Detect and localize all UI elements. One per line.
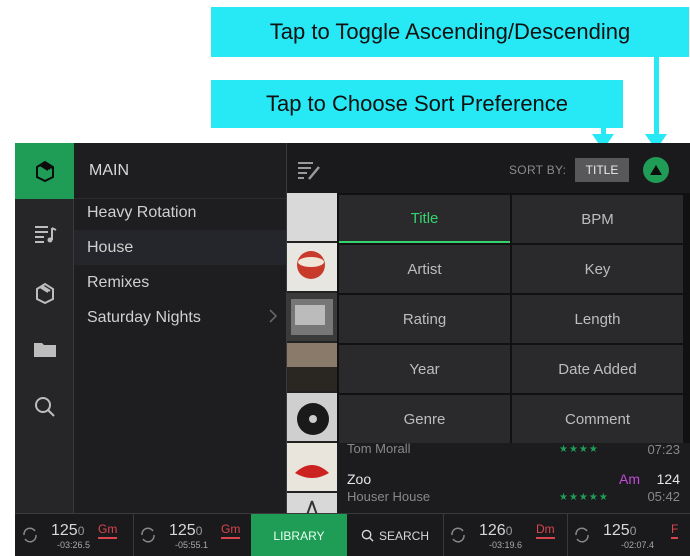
sort-option-rating[interactable]: Rating bbox=[339, 295, 510, 343]
deck-key: Gm bbox=[98, 522, 118, 539]
deck-time: -05:55.1 bbox=[175, 540, 209, 550]
playlist-column: MAIN Heavy Rotation House Remixes Saturd… bbox=[74, 143, 287, 513]
playlist-header: MAIN bbox=[74, 143, 286, 199]
sync-icon bbox=[575, 527, 589, 543]
sort-by-label: SORT BY: bbox=[509, 163, 567, 177]
playlist-icon bbox=[34, 226, 56, 243]
sort-option-genre[interactable]: Genre bbox=[339, 395, 510, 443]
sort-direction-toggle[interactable] bbox=[643, 157, 669, 183]
track-artist: Houser House bbox=[347, 489, 431, 504]
album-art bbox=[287, 193, 337, 241]
deck-1-status[interactable]: 1250 Gm -03:26.5 bbox=[15, 514, 133, 556]
rail-crates-button[interactable] bbox=[15, 265, 74, 321]
search-button-label: SEARCH bbox=[378, 528, 429, 543]
playlist-item-house[interactable]: House bbox=[74, 230, 286, 265]
playlist-item-label: Saturday Nights bbox=[87, 308, 201, 326]
track-title: Zoo bbox=[347, 471, 372, 487]
sort-option-title[interactable]: Title bbox=[339, 195, 510, 243]
album-art bbox=[287, 343, 337, 391]
track-rating: ★★★★★ bbox=[559, 492, 609, 503]
library-crate-icon bbox=[35, 160, 54, 183]
callout-sort-preference: Tap to Choose Sort Preference bbox=[211, 80, 623, 128]
deck-key: Gm bbox=[221, 522, 241, 539]
table-row[interactable]: Tom Morall ★★★★ 07:23 bbox=[337, 443, 690, 461]
deck-4-status[interactable]: 1250 F -02:07.4 bbox=[567, 514, 690, 556]
rail-library-button[interactable] bbox=[15, 143, 74, 199]
rail-playlist-button[interactable] bbox=[15, 205, 74, 261]
sort-option-bpm[interactable]: BPM bbox=[512, 195, 683, 243]
library-button[interactable]: LIBRARY bbox=[251, 514, 347, 556]
device-screen: MAIN Heavy Rotation House Remixes Saturd… bbox=[15, 143, 690, 556]
playlist-item-heavy-rotation[interactable]: Heavy Rotation bbox=[74, 195, 286, 230]
deck-status-bar: 1250 Gm -03:26.5 1250 Gm -05:55.1 LIBRAR… bbox=[15, 513, 690, 556]
track-list-header: SORT BY: TITLE bbox=[287, 143, 690, 199]
deck-time: -03:19.6 bbox=[489, 540, 523, 550]
rail-files-button[interactable] bbox=[15, 321, 74, 377]
album-art bbox=[287, 293, 337, 341]
triangle-up-icon bbox=[650, 165, 662, 175]
sort-option-artist[interactable]: Artist bbox=[339, 245, 510, 293]
table-row[interactable]: Zoo Houser House Am 124 ★★★★★ 05:42 bbox=[337, 463, 690, 513]
sync-icon bbox=[23, 527, 37, 543]
search-icon bbox=[361, 529, 374, 542]
deck-bpm: 1250 bbox=[169, 522, 203, 539]
deck-time: -03:26.5 bbox=[57, 540, 91, 550]
album-art bbox=[287, 243, 337, 291]
sort-option-key[interactable]: Key bbox=[512, 245, 683, 293]
deck-key: Dm bbox=[536, 522, 555, 539]
track-rating: ★★★★ bbox=[559, 444, 599, 455]
crates-icon bbox=[35, 282, 54, 305]
album-art bbox=[287, 443, 337, 491]
track-artist: Tom Morall bbox=[347, 443, 411, 456]
playlist-edit-icon[interactable] bbox=[295, 157, 321, 183]
search-button[interactable]: SEARCH bbox=[347, 514, 443, 556]
sort-option-year[interactable]: Year bbox=[339, 345, 510, 393]
sort-options-panel: Title BPM Artist Key Rating Length Year … bbox=[337, 193, 690, 443]
track-bpm: 124 bbox=[656, 471, 680, 487]
sort-option-comment[interactable]: Comment bbox=[512, 395, 683, 443]
track-key: Am bbox=[619, 471, 640, 487]
deck-time: -02:07.4 bbox=[621, 540, 655, 550]
track-length: 07:23 bbox=[647, 443, 680, 457]
chevron-right-icon bbox=[269, 309, 278, 323]
callout-arrow-toggle bbox=[654, 57, 659, 137]
deck-key: F bbox=[671, 522, 679, 539]
search-icon bbox=[34, 397, 55, 417]
deck-3-status[interactable]: 1260 Dm -03:19.6 bbox=[443, 514, 567, 556]
deck-bpm: 1250 bbox=[51, 522, 85, 539]
folder-icon bbox=[33, 343, 56, 357]
album-art-column bbox=[287, 193, 337, 541]
playlist-item-remixes[interactable]: Remixes bbox=[74, 265, 286, 300]
sort-by-button[interactable]: TITLE bbox=[575, 158, 629, 182]
deck-bpm: 1260 bbox=[479, 522, 513, 539]
deck-2-status[interactable]: 1250 Gm -05:55.1 bbox=[133, 514, 251, 556]
callout-toggle-direction: Tap to Toggle Ascending/Descending bbox=[211, 7, 689, 57]
rail-search-button[interactable] bbox=[15, 379, 74, 435]
sort-option-date-added[interactable]: Date Added bbox=[512, 345, 683, 393]
left-icon-rail bbox=[15, 143, 74, 513]
album-art bbox=[287, 393, 337, 441]
sort-option-length[interactable]: Length bbox=[512, 295, 683, 343]
sync-icon bbox=[451, 527, 465, 543]
deck-bpm: 1250 bbox=[603, 522, 637, 539]
playlist-item-saturday-nights[interactable]: Saturday Nights bbox=[74, 300, 286, 335]
track-length: 05:42 bbox=[647, 489, 680, 504]
sync-icon bbox=[141, 527, 155, 543]
